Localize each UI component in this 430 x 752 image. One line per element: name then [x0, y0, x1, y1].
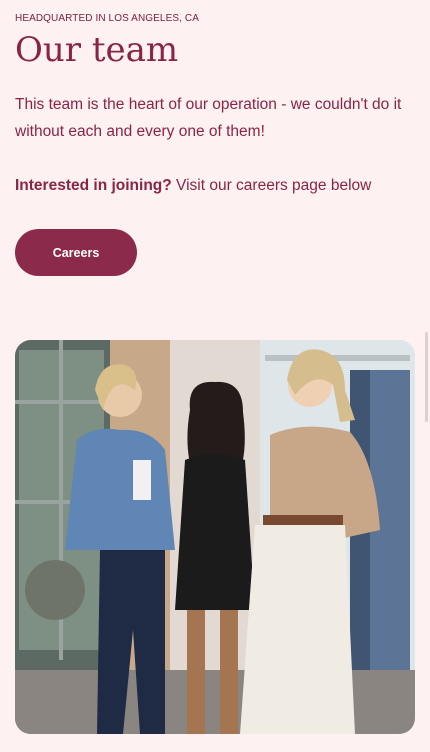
team-description: This team is the heart of our operation … — [15, 96, 402, 140]
team-photo-illustration — [15, 340, 415, 734]
team-photo — [15, 340, 415, 734]
join-text-bold: Interested in joining? — [15, 177, 172, 194]
join-text: Interested in joining? Visit our careers… — [15, 173, 415, 199]
careers-button[interactable]: Careers — [15, 229, 137, 276]
page-title: Our team — [15, 30, 179, 70]
join-text-rest: Visit our careers page below — [171, 177, 372, 194]
location-eyebrow: HEADQUARTED IN LOS ANGELES, CA — [15, 13, 199, 24]
scrollbar[interactable] — [425, 332, 428, 422]
